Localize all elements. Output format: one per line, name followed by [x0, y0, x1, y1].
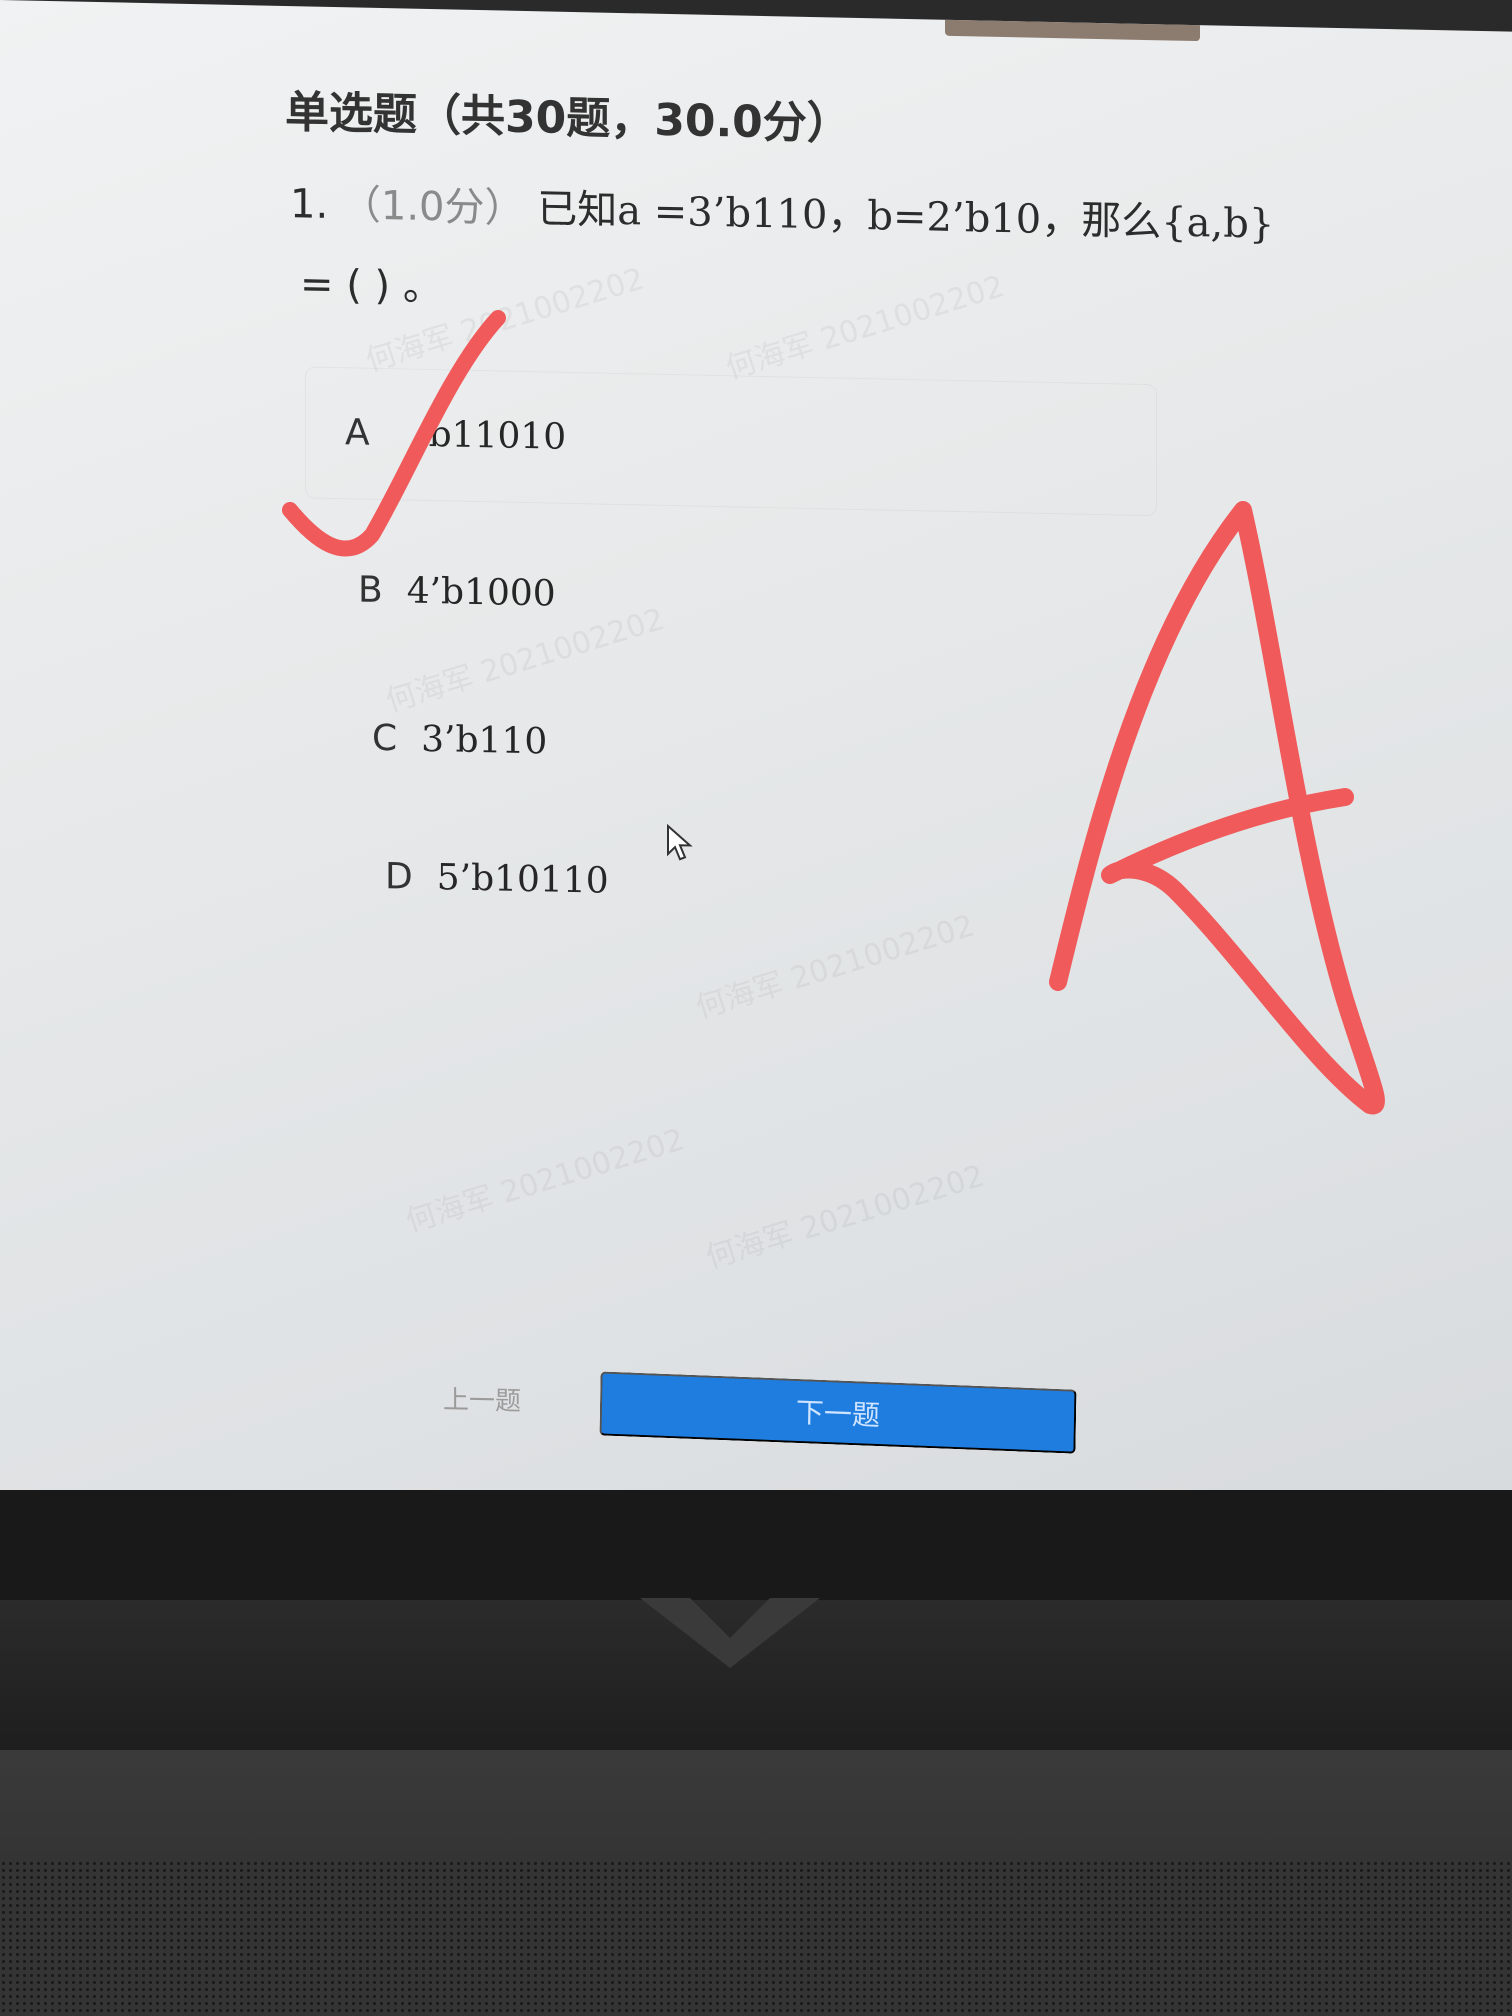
- option-letter: D: [385, 856, 413, 898]
- section-title: 单选题（共30题，30.0分）: [285, 86, 851, 150]
- watermark: 何海军 2021002202: [401, 1122, 689, 1240]
- window-strip: [945, 9, 1200, 42]
- option-d[interactable]: D 5’b10110: [385, 856, 609, 902]
- option-text: 3’b110: [421, 718, 548, 763]
- brand-chevron-icon: [640, 1598, 820, 1668]
- speaker-grille: [0, 1860, 1512, 2016]
- watermark: 何海军 2021002202: [691, 908, 979, 1026]
- question-text: 已知a =3’b110，b=2’b10，那么{a,b}: [537, 186, 1275, 248]
- question-score: （1.0分）: [340, 182, 525, 232]
- prev-question-button[interactable]: 上一题: [443, 1379, 521, 1418]
- laptop-screen: 何海军 2021002202 何海军 2021002202 何海军 202100…: [0, 0, 1512, 1532]
- next-question-button[interactable]: 下一题: [599, 1371, 1077, 1454]
- watermark: 何海军 2021002202: [701, 1158, 989, 1276]
- option-b[interactable]: B 4’b1000: [358, 569, 556, 614]
- option-letter: A: [345, 412, 370, 454]
- option-a[interactable]: A b11010: [345, 412, 566, 458]
- question-stem: 1. （1.0分） 已知a =3’b110，b=2’b10，那么{a,b}: [290, 171, 1274, 250]
- option-text: 4’b1000: [406, 570, 556, 615]
- watermark: 何海军 2021002202: [721, 268, 1009, 387]
- option-text: b11010: [428, 413, 567, 458]
- option-text: 5’b10110: [436, 857, 609, 902]
- watermark: 何海军 2021002202: [381, 601, 669, 720]
- option-letter: B: [358, 569, 383, 612]
- option-c[interactable]: C 3’b110: [372, 718, 547, 763]
- question-blank: = ( ) 。: [300, 261, 443, 311]
- mouse-cursor-icon: [667, 823, 693, 861]
- option-letter: C: [372, 717, 398, 760]
- question-number: 1.: [290, 181, 329, 228]
